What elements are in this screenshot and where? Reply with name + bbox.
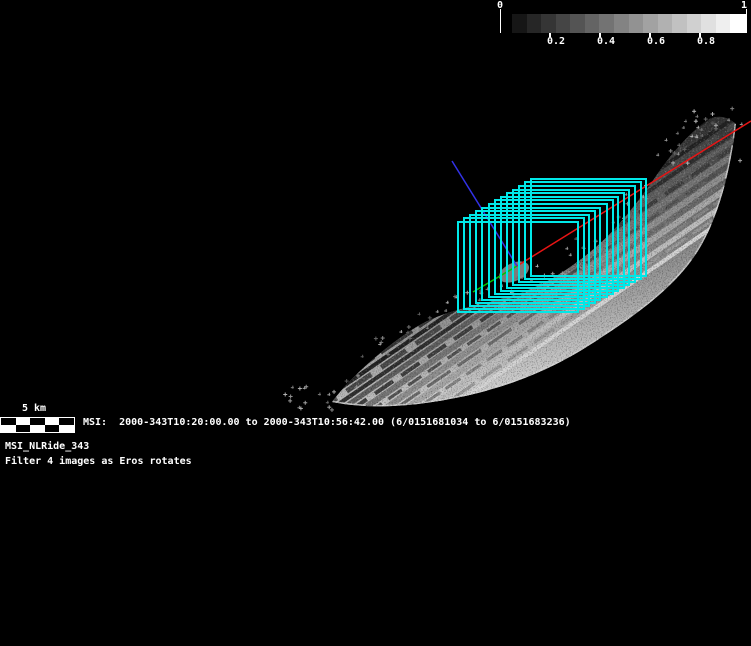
scale-bar-cell	[44, 425, 60, 432]
colorbar-step	[512, 14, 528, 33]
scale-bar-cell	[59, 425, 74, 432]
colorbar-tick-label: 0.8	[697, 36, 716, 47]
colorbar-step	[584, 14, 600, 33]
colorbar-step	[613, 14, 629, 33]
colorbar-right-tick	[746, 9, 747, 33]
scale-bar-cell	[15, 418, 31, 425]
scale-bar-cell	[59, 418, 74, 425]
sequence-name: MSI_NLRide_343	[5, 441, 90, 452]
colorbar-step	[686, 14, 702, 33]
colorbar-step	[570, 14, 586, 33]
colorbar-step	[657, 14, 673, 33]
scale-bar-cell	[44, 418, 60, 425]
scale-bar-cell	[1, 418, 16, 425]
scale-bar-cell	[30, 425, 45, 432]
colorbar-step	[715, 14, 731, 33]
scale-bar	[0, 417, 75, 433]
colorbar-tick-label: 0.6	[647, 36, 666, 47]
colorbar-step	[643, 14, 659, 33]
colorbar-step	[730, 14, 746, 33]
colorbar-step	[541, 14, 557, 33]
colorbar-gradient	[512, 14, 746, 33]
colorbar-left-tick	[500, 9, 501, 33]
status-line: MSI: 2000-343T10:20:00.00 to 2000-343T10…	[83, 417, 571, 428]
colorbar-step	[672, 14, 688, 33]
scale-bar-cell	[15, 425, 31, 432]
render-canvas[interactable]	[0, 0, 751, 646]
colorbar-step	[599, 14, 615, 33]
scale-bar-label: 5 km	[22, 403, 47, 414]
msi-sequence-viewer: 0 1 0.2 0.4 0.6 0.8 5 km MSI: 2000-343T10:2…	[0, 0, 751, 646]
colorbar-step	[701, 14, 717, 33]
sequence-description: Filter 4 images as Eros rotates	[5, 456, 192, 467]
scale-bar-cell	[1, 425, 16, 432]
colorbar-tick-label: 0.4	[597, 36, 616, 47]
colorbar-step	[526, 14, 542, 33]
colorbar-step	[555, 14, 571, 33]
scale-bar-cell	[30, 418, 45, 425]
colorbar-step	[628, 14, 644, 33]
colorbar-tick-label: 0.2	[547, 36, 566, 47]
